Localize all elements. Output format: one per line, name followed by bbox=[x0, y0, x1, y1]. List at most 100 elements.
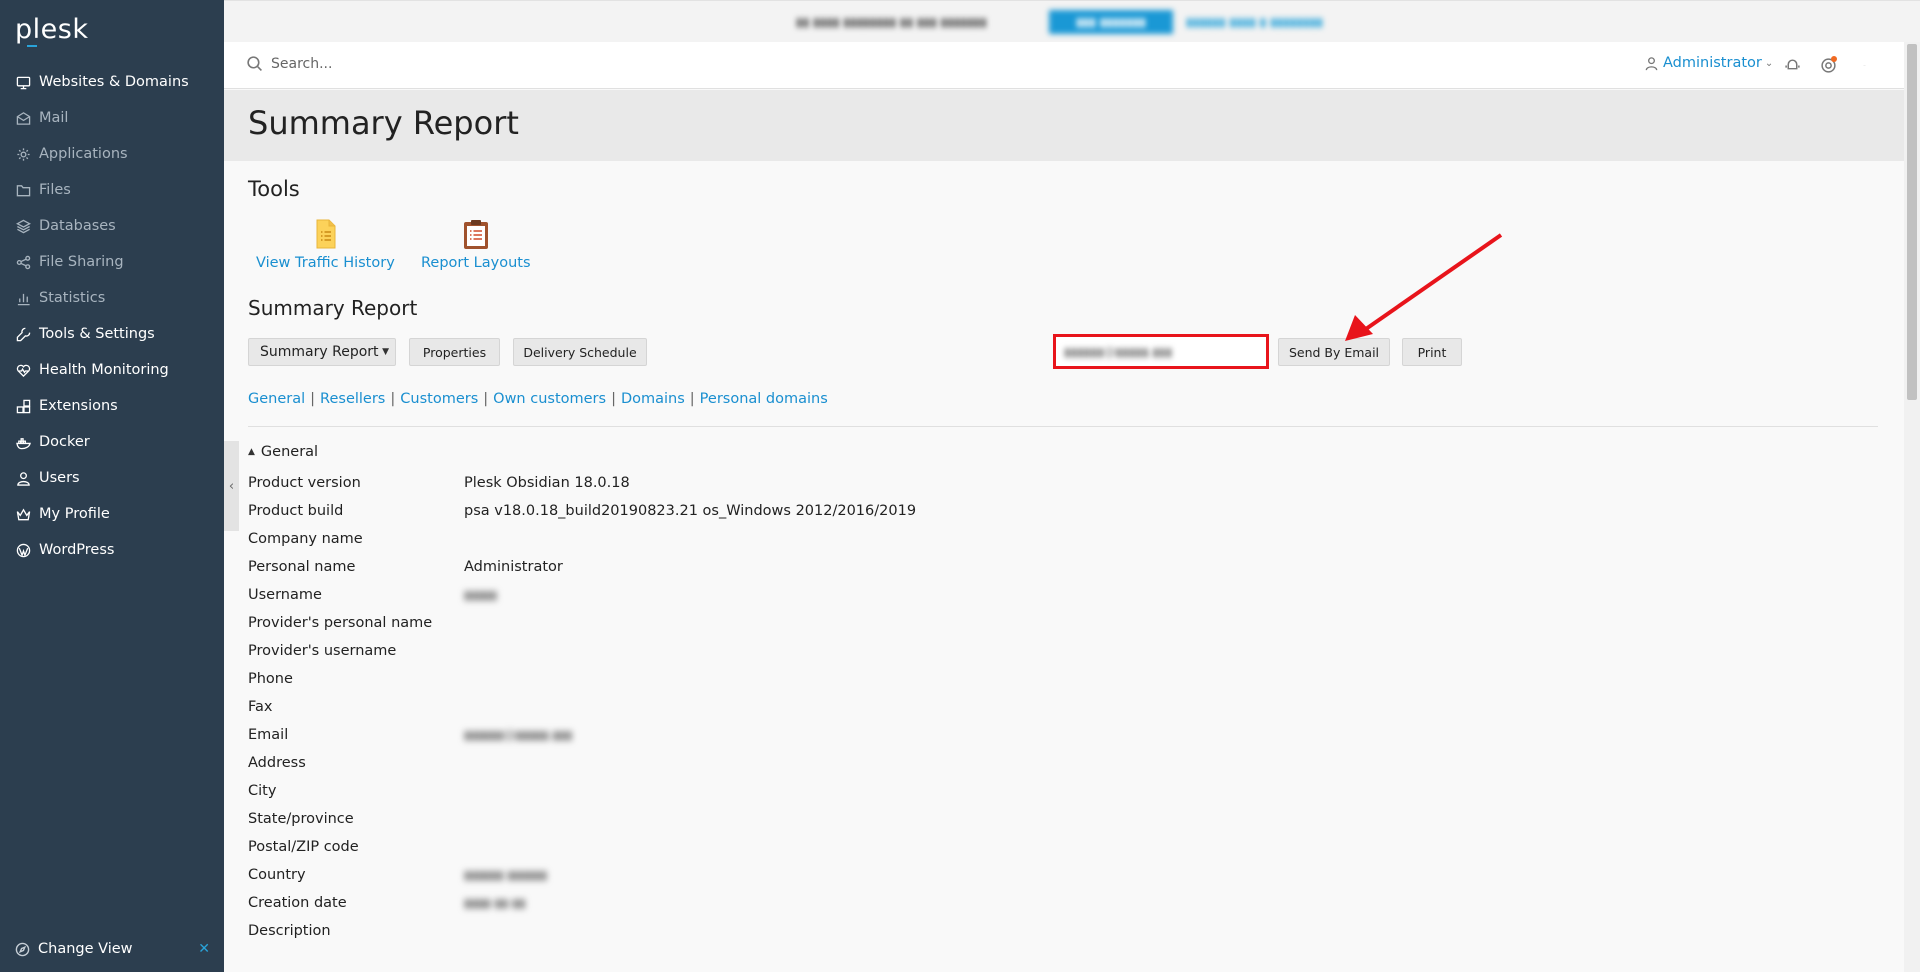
sidebar-item-label: File Sharing bbox=[39, 254, 124, 270]
row-label: Provider's username bbox=[248, 643, 397, 659]
user-menu[interactable]: Administrator ⌄ bbox=[1644, 55, 1773, 71]
sidebar-item-tools-settings[interactable]: Tools & Settings bbox=[0, 316, 224, 352]
row-label: Phone bbox=[248, 671, 293, 687]
layers-icon bbox=[15, 218, 31, 234]
scrollbar-thumb[interactable] bbox=[1907, 44, 1917, 400]
row-label: Provider's personal name bbox=[248, 615, 433, 631]
email-address-input[interactable] bbox=[1056, 337, 1266, 366]
row-label: Company name bbox=[248, 531, 363, 547]
row-label: Product build bbox=[248, 503, 344, 519]
user-name: Administrator bbox=[1663, 55, 1762, 71]
help-icon[interactable] bbox=[1782, 55, 1802, 75]
top-bar: Administrator ⌄ bbox=[224, 42, 1904, 89]
wordpress-icon bbox=[15, 542, 31, 558]
select-value: Summary Report bbox=[260, 344, 379, 360]
close-icon[interactable]: ✕ bbox=[198, 941, 210, 957]
link-own-customers[interactable]: Own customers bbox=[493, 391, 606, 407]
heart-pulse-icon bbox=[15, 362, 31, 378]
link-separator: | bbox=[689, 391, 695, 407]
tools-icon bbox=[15, 326, 31, 342]
sidebar-item-applications[interactable]: Applications bbox=[0, 136, 224, 172]
sidebar-item-health-monitoring[interactable]: Health Monitoring bbox=[0, 352, 224, 388]
sidebar-item-label: Docker bbox=[39, 434, 90, 450]
sidebar-item-docker[interactable]: Docker bbox=[0, 424, 224, 460]
row-label: Username bbox=[248, 587, 322, 603]
user-icon bbox=[1645, 56, 1658, 70]
sidebar-item-label: My Profile bbox=[39, 506, 110, 522]
sidebar-item-mail[interactable]: Mail bbox=[0, 100, 224, 136]
table-row: City bbox=[248, 777, 1448, 805]
row-label: Address bbox=[248, 755, 306, 771]
chevron-left-icon: ‹ bbox=[228, 478, 235, 494]
annotation-arrow bbox=[1345, 233, 1503, 341]
link-separator: | bbox=[310, 391, 316, 407]
collapse-triangle-icon: ▲ bbox=[248, 447, 255, 457]
sidebar-item-label: Statistics bbox=[39, 290, 106, 306]
report-layout-select[interactable]: Summary Report ▼ bbox=[248, 338, 396, 366]
sidebar-item-wordpress[interactable]: WordPress bbox=[0, 532, 224, 568]
tool-view-traffic-history[interactable]: View Traffic History bbox=[256, 217, 395, 271]
sidebar-item-websites-domains[interactable]: Websites & Domains bbox=[0, 64, 224, 100]
delivery-schedule-button[interactable]: Delivery Schedule bbox=[513, 338, 647, 366]
row-label: Product version bbox=[248, 475, 361, 491]
table-row: Company name bbox=[248, 525, 1448, 553]
row-label: Country bbox=[248, 867, 306, 883]
search-input[interactable] bbox=[271, 55, 831, 72]
report-section-links: General | Resellers | Customers | Own customer… bbox=[248, 391, 828, 407]
redacted-value: ▮▮▮▮▮▮@▮▮▮▮▮.▮▮▮ bbox=[464, 728, 573, 742]
table-row: Country ▮▮▮▮▮▮ ▮▮▮▮▮▮ bbox=[248, 861, 1448, 889]
trial-banner: ▮▮ ▮▮▮▮ ▮▮▮▮▮▮▮▮ ▮▮ ▮▮▮ ▮▮▮▮▮▮▮ ▮▮▮ ▮▮▮▮… bbox=[224, 0, 1920, 42]
link-separator: | bbox=[483, 391, 489, 407]
general-section-toggle[interactable]: ▲ General bbox=[248, 444, 318, 460]
table-row: Description bbox=[248, 917, 1448, 945]
row-label: City bbox=[248, 783, 277, 799]
table-row: Fax bbox=[248, 693, 1448, 721]
mail-icon bbox=[15, 110, 31, 126]
page-title: Summary Report bbox=[248, 104, 519, 142]
document-list-icon bbox=[316, 219, 336, 249]
link-resellers[interactable]: Resellers bbox=[320, 391, 385, 407]
change-view-button[interactable]: Change View ✕ bbox=[15, 941, 210, 957]
table-row: Provider's username bbox=[248, 637, 1448, 665]
sidebar-item-my-profile[interactable]: My Profile bbox=[0, 496, 224, 532]
sidebar-item-label: WordPress bbox=[39, 542, 115, 558]
link-general[interactable]: General bbox=[248, 391, 305, 407]
sidebar-item-statistics[interactable]: Statistics bbox=[0, 280, 224, 316]
table-row: Address bbox=[248, 749, 1448, 777]
row-label: Personal name bbox=[248, 559, 356, 575]
link-personal-domains[interactable]: Personal domains bbox=[700, 391, 828, 407]
monitor-icon bbox=[15, 74, 31, 90]
link-separator: | bbox=[390, 391, 396, 407]
sidebar-item-users[interactable]: Users bbox=[0, 460, 224, 496]
table-row: Personal name Administrator bbox=[248, 553, 1448, 581]
trial-link[interactable]: ▮▮▮▮▮▮ ▮▮▮▮ ▮ ▮▮▮▮▮▮▮▮ bbox=[1186, 10, 1323, 34]
plesk-logo[interactable]: plesk bbox=[15, 14, 88, 45]
properties-button[interactable]: Properties bbox=[409, 338, 500, 366]
row-label: Fax bbox=[248, 699, 273, 715]
dropdown-arrow-icon: ▼ bbox=[382, 347, 389, 357]
blocks-icon bbox=[15, 398, 31, 414]
compass-icon bbox=[15, 942, 30, 956]
sidebar-item-label: Health Monitoring bbox=[39, 362, 169, 378]
sidebar-item-extensions[interactable]: Extensions bbox=[0, 388, 224, 424]
divider bbox=[248, 426, 1878, 427]
more-options-icon[interactable] bbox=[1854, 55, 1874, 75]
sidebar-item-label: Applications bbox=[39, 146, 128, 162]
user-icon bbox=[15, 470, 31, 486]
link-customers[interactable]: Customers bbox=[400, 391, 478, 407]
link-separator: | bbox=[611, 391, 616, 407]
search-icon bbox=[247, 56, 262, 71]
sidebar-item-databases[interactable]: Databases bbox=[0, 208, 224, 244]
notifications-icon[interactable] bbox=[1818, 55, 1838, 75]
tool-report-layouts[interactable]: Report Layouts bbox=[421, 217, 531, 271]
docker-icon bbox=[15, 434, 31, 450]
notification-badge bbox=[1831, 56, 1837, 62]
table-row: Provider's personal name bbox=[248, 609, 1448, 637]
sidebar-item-files[interactable]: Files bbox=[0, 172, 224, 208]
link-domains[interactable]: Domains bbox=[621, 391, 685, 407]
bar-chart-icon bbox=[15, 290, 31, 306]
trial-buy-button[interactable]: ▮▮▮ ▮▮▮▮▮▮▮ bbox=[1049, 10, 1173, 34]
sidebar-item-file-sharing[interactable]: File Sharing bbox=[0, 244, 224, 280]
sidebar-collapse-handle[interactable]: ‹ bbox=[224, 441, 239, 531]
table-row: Postal/ZIP code bbox=[248, 833, 1448, 861]
